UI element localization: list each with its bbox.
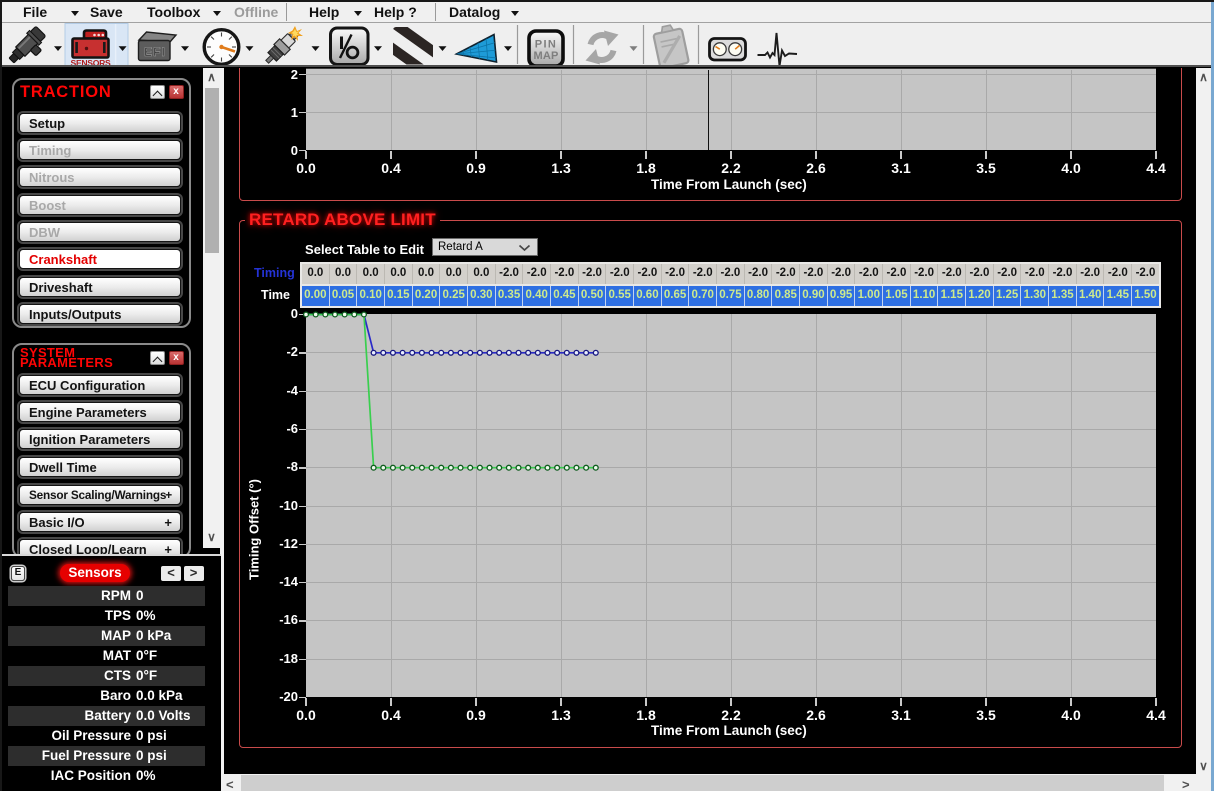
svg-text:EFI: EFI [144, 45, 166, 59]
svg-text:PIN: PIN [535, 39, 558, 51]
svg-text:MAP: MAP [533, 50, 558, 62]
